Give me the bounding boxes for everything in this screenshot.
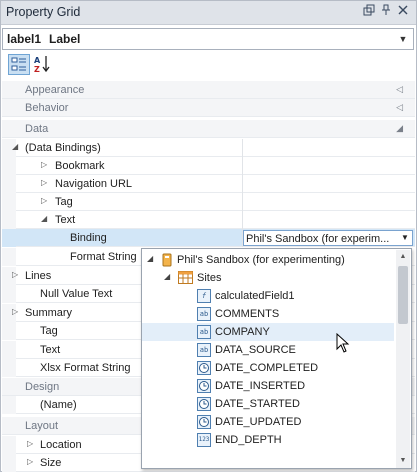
date-field-icon xyxy=(197,415,211,432)
collapsed-arrow-icon[interactable]: ▷ xyxy=(12,307,18,316)
scrollbar-thumb[interactable] xyxy=(398,266,408,324)
tree-node-datasource[interactable]: ◢ Phil's Sandbox (for experimenting) xyxy=(142,251,394,269)
date-field-icon xyxy=(197,397,211,414)
database-icon xyxy=(160,253,174,267)
property-row[interactable]: ◢ (Data Bindings) xyxy=(2,139,415,157)
date-field-icon xyxy=(197,361,211,378)
expanded-arrow-icon[interactable]: ◢ xyxy=(147,254,153,263)
tree-field-item[interactable]: f calculatedField1 xyxy=(142,287,394,305)
sort-az-icon: A Z xyxy=(34,56,50,74)
collapsed-arrow-icon[interactable]: ▷ xyxy=(41,160,47,169)
tree-field-item[interactable]: ab DATA_SOURCE xyxy=(142,341,394,359)
tree-field-item[interactable]: DATE_COMPLETED xyxy=(142,359,394,377)
collapsed-arrow-icon[interactable]: ▷ xyxy=(41,196,47,205)
tree-field-item[interactable]: DATE_STARTED xyxy=(142,395,394,413)
property-row[interactable]: ▷ Bookmark xyxy=(2,157,415,175)
collapsed-arrow-icon[interactable]: ▷ xyxy=(27,457,33,466)
close-icon[interactable] xyxy=(395,4,411,20)
pin-icon[interactable] xyxy=(378,4,394,20)
property-row-binding[interactable]: Binding Phil's Sandbox (for experim... ▼ xyxy=(2,229,415,247)
object-type: Label xyxy=(49,32,81,46)
window-title: Property Grid xyxy=(6,5,81,19)
tree-field-item[interactable]: DATE_INSERTED xyxy=(142,377,394,395)
category-behavior[interactable]: Behavior ◁ xyxy=(2,99,415,117)
expanded-arrow-icon[interactable]: ◢ xyxy=(164,272,170,281)
category-data[interactable]: Data ◢ xyxy=(2,120,415,138)
property-grid-window: Property Grid label1 Label ▼ A Z Appeara… xyxy=(0,0,417,472)
collapse-arrow-icon[interactable]: ◁ xyxy=(396,84,403,95)
string-field-icon: ab xyxy=(197,307,211,321)
scroll-up-icon[interactable]: ▲ xyxy=(396,250,410,264)
collapsed-arrow-icon[interactable]: ▷ xyxy=(27,439,33,448)
property-row[interactable]: ◢ Text xyxy=(2,211,415,229)
tree-field-item[interactable]: DATE_UPDATED xyxy=(142,413,394,431)
object-name: label1 xyxy=(7,32,42,46)
expanded-arrow-icon[interactable]: ◢ xyxy=(12,142,18,151)
property-row[interactable]: ▷ Navigation URL xyxy=(2,175,415,193)
toolbar: A Z xyxy=(2,53,415,77)
calculated-field-icon: f xyxy=(197,289,211,303)
collapsed-arrow-icon[interactable]: ▷ xyxy=(12,270,18,279)
string-field-icon: ab xyxy=(197,343,211,357)
title-bar: Property Grid xyxy=(1,1,416,25)
chevron-down-icon[interactable]: ▼ xyxy=(395,30,411,48)
float-window-icon[interactable] xyxy=(361,4,377,20)
tree-field-item[interactable]: ab COMMENTS xyxy=(142,305,394,323)
property-row[interactable]: ▷ Tag xyxy=(2,193,415,211)
date-field-icon xyxy=(197,379,211,396)
svg-text:Z: Z xyxy=(34,65,40,74)
mouse-cursor-icon xyxy=(336,333,350,353)
alphabetical-button[interactable]: A Z xyxy=(32,54,54,75)
binding-value-field[interactable]: Phil's Sandbox (for experim... xyxy=(243,230,413,246)
expanded-arrow-icon[interactable]: ◢ xyxy=(396,123,403,134)
table-icon xyxy=(178,271,193,285)
chevron-down-icon[interactable]: ▼ xyxy=(398,230,412,245)
string-field-icon: ab xyxy=(197,325,211,339)
popup-scrollbar[interactable]: ▲ ▼ xyxy=(396,250,410,468)
categorized-icon xyxy=(11,57,26,71)
expanded-arrow-icon[interactable]: ◢ xyxy=(41,214,47,223)
object-selector[interactable]: label1 Label ▼ xyxy=(2,28,414,50)
collapse-arrow-icon[interactable]: ◁ xyxy=(396,102,403,113)
collapsed-arrow-icon[interactable]: ▷ xyxy=(41,178,47,187)
categorized-button[interactable] xyxy=(8,54,30,75)
tree-field-item-highlighted[interactable]: ab COMPANY xyxy=(142,323,394,341)
number-field-icon: 123 xyxy=(197,433,211,447)
tree-field-item[interactable]: 123 END_DEPTH xyxy=(142,431,394,449)
svg-text:A: A xyxy=(34,56,41,65)
tree-node-table[interactable]: ◢ Sites xyxy=(142,269,394,287)
scroll-down-icon[interactable]: ▼ xyxy=(396,454,410,468)
binding-dropdown-popup: ◢ Phil's Sandbox (for experimenting) ◢ S… xyxy=(141,248,412,469)
category-appearance[interactable]: Appearance ◁ xyxy=(2,81,415,99)
